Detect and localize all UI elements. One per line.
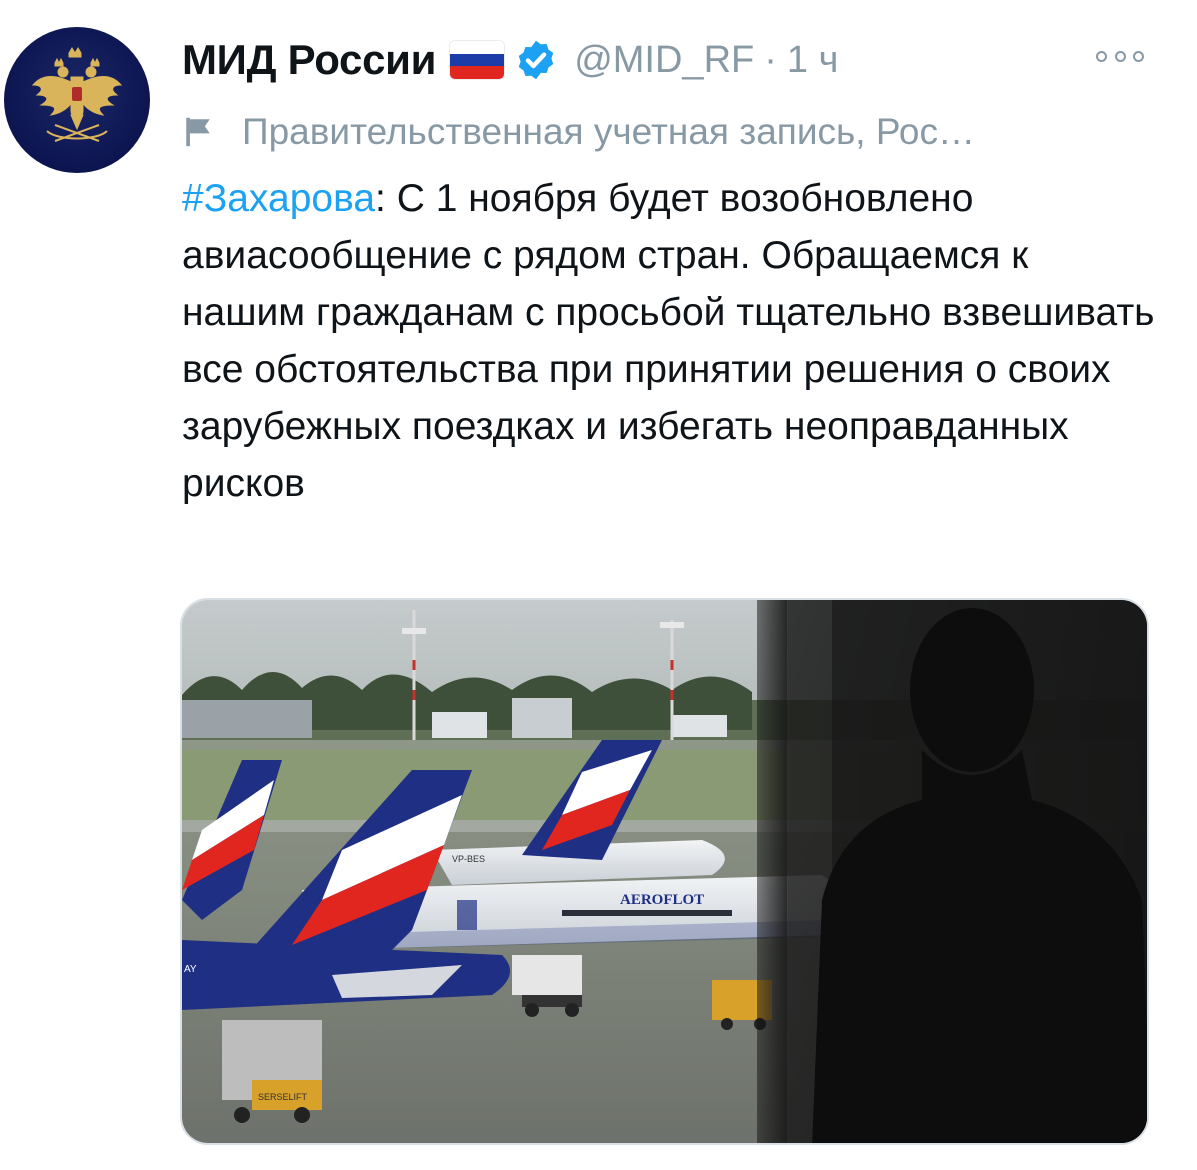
registration-text: VP-BES [452,854,485,864]
display-name[interactable]: МИД России [182,36,437,84]
tweet-body: : С 1 ноября будет возобновлено авиасооб… [182,177,1155,505]
government-flag-icon [186,117,210,147]
government-label[interactable]: Правительственная учетная запись, Рос… [182,104,975,160]
tweet[interactable]: МИД России @MID_RF · 1 ч Правительственн… [0,0,1197,1170]
tail-text: AY [184,964,197,975]
hashtag-link[interactable]: #Захарова [182,177,375,220]
russia-flag-icon [450,41,505,79]
more-options-icon[interactable] [1096,42,1144,70]
verified-badge-icon [518,40,554,80]
airline-text: AEROFLOT [620,892,704,908]
government-label-text: Правительственная учетная запись, Рос… [242,111,975,152]
tweet-header: МИД России @MID_RF · 1 ч [182,30,838,90]
avatar[interactable] [4,27,150,173]
tweet-image[interactable]: VP-BES AEROFLOT AY SERSELIFT [180,598,1149,1145]
tweet-text: #Захарова: С 1 ноября будет возобновлено… [182,170,1162,512]
airport-photo: VP-BES AEROFLOT AY SERSELIFT [182,600,1147,1143]
user-handle[interactable]: @MID_RF [574,39,754,82]
truck-text: SERSELIFT [258,1092,308,1102]
coat-of-arms-icon [31,47,123,142]
separator-dot: · [764,38,777,81]
timestamp[interactable]: 1 ч [787,39,839,82]
